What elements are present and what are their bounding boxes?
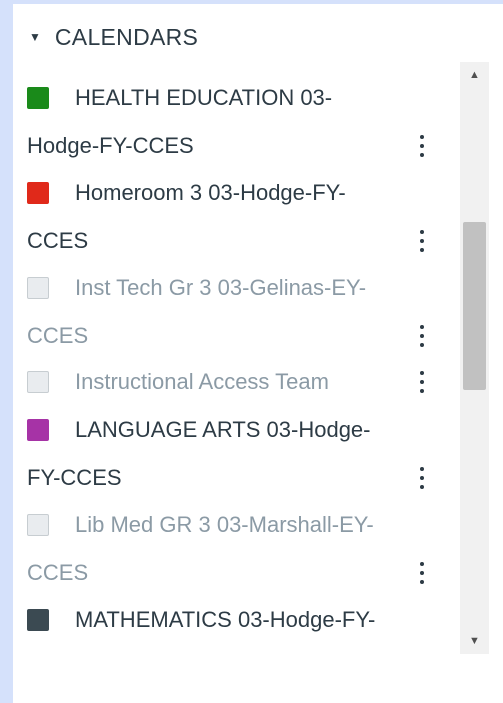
calendar-color-checkbox[interactable] [27, 277, 49, 299]
calendar-color-checkbox[interactable] [27, 609, 49, 631]
scroll-up-arrow-icon[interactable]: ▲ [460, 64, 489, 86]
more-options-icon[interactable] [413, 366, 431, 398]
scroll-down-arrow-icon[interactable]: ▼ [460, 630, 489, 652]
more-options-icon[interactable] [413, 130, 431, 162]
calendar-name: Homeroom 3 03-Hodge-FY- [75, 180, 346, 205]
caret-down-icon: ▼ [29, 30, 41, 44]
calendar-name: MATHEMATICS 03-Hodge-FY- [75, 607, 376, 632]
more-options-icon[interactable] [413, 557, 431, 589]
calendar-name-continued: Hodge-FY-CCES [27, 133, 194, 158]
scroll-thumb[interactable] [463, 222, 486, 390]
calendar-list[interactable]: HEALTH EDUCATION 03- Hodge-FY-CCES Homeroo… [13, 52, 453, 652]
calendar-color-checkbox[interactable] [27, 87, 49, 109]
calendar-name: Lib Med GR 3 03-Marshall-EY- [75, 512, 374, 537]
calendar-name-continued: CCES [27, 228, 89, 253]
calendar-name: HEALTH EDUCATION 03- [75, 85, 333, 110]
calendar-name-continued: FY-CCES [27, 465, 122, 490]
more-options-icon[interactable] [413, 462, 431, 494]
calendar-name-continued: CCES [27, 560, 89, 585]
calendar-name: Inst Tech Gr 3 03-Gelinas-EY- [75, 275, 367, 300]
calendar-color-checkbox[interactable] [27, 182, 49, 204]
calendars-title: CALENDARS [54, 23, 199, 50]
more-options-icon[interactable] [413, 225, 431, 257]
calendar-color-checkbox[interactable] [27, 514, 49, 536]
calendars-header-toggle[interactable]: ▼ CALENDARS [29, 18, 198, 56]
calendar-name: Instructional Access Team [75, 369, 329, 394]
calendar-name: LANGUAGE ARTS 03-Hodge- [75, 417, 371, 442]
calendar-color-checkbox[interactable] [27, 419, 49, 441]
calendars-panel: ▼ CALENDARS HEALTH EDUCATION 03- Hodge-FY… [13, 4, 503, 703]
calendar-name-continued: CCES [27, 323, 89, 348]
calendar-color-checkbox[interactable] [27, 371, 49, 393]
vertical-scrollbar[interactable]: ▲ ▼ [460, 62, 489, 654]
more-options-icon[interactable] [413, 320, 431, 352]
